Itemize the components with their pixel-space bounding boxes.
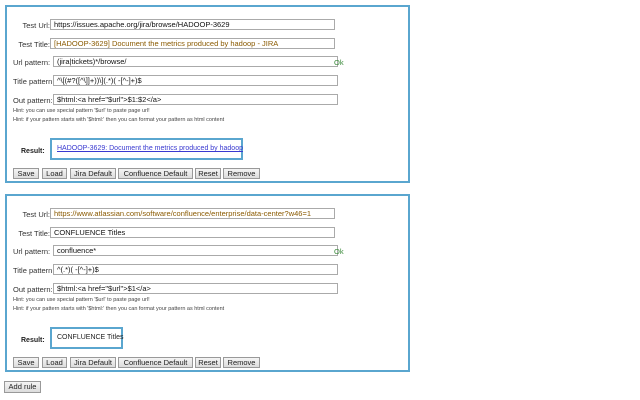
result-label: Result:	[21, 337, 45, 344]
jira-default-button[interactable]: Jira Default	[70, 357, 116, 368]
test-title-input[interactable]: CONFLUENCE Titles	[50, 227, 335, 238]
add-rule-button[interactable]: Add rule	[4, 381, 41, 393]
url-pattern-label: Url pattern:	[13, 247, 51, 256]
rule-panel-1: Test Url: https://issues.apache.org/jira…	[5, 5, 410, 183]
url-pattern-label: Url pattern:	[13, 58, 51, 67]
rule-panel-2: Test Url: https://www.atlassian.com/soft…	[5, 194, 410, 372]
test-url-label: Test Url:	[22, 21, 50, 30]
load-button[interactable]: Load	[42, 168, 67, 179]
hint-url: Hint: you can use special pattern '$url'…	[13, 108, 150, 114]
result-box: HADOOP-3629: Document the metrics produc…	[50, 138, 243, 160]
hint-html: Hint: if your pattern starts with '$html…	[13, 117, 225, 123]
title-pattern-input[interactable]: ^\[(#?([^\]]+))\](.*)( -[^-]+)$	[53, 75, 338, 86]
remove-button[interactable]: Remove	[223, 168, 260, 179]
out-pattern-label: Out pattern:	[13, 96, 53, 105]
hint-html: Hint: if your pattern starts with '$html…	[13, 306, 225, 312]
remove-button[interactable]: Remove	[223, 357, 260, 368]
test-url-input[interactable]: https://issues.apache.org/jira/browse/HA…	[50, 19, 335, 30]
save-button[interactable]: Save	[13, 357, 39, 368]
out-pattern-label: Out pattern:	[13, 285, 53, 294]
test-title-label: Test Title:	[18, 229, 50, 238]
result-label: Result:	[21, 148, 45, 155]
save-button[interactable]: Save	[13, 168, 39, 179]
result-link[interactable]: HADOOP-3629: Document the metrics produc…	[57, 145, 243, 152]
url-pattern-input[interactable]: (jira|tickets)*/browse/	[53, 56, 338, 67]
confluence-default-button[interactable]: Confluence Default	[118, 357, 193, 368]
confluence-default-button[interactable]: Confluence Default	[118, 168, 193, 179]
out-pattern-input[interactable]: $html:<a href="$url">$1</a>	[53, 283, 338, 294]
reset-button[interactable]: Reset	[195, 357, 221, 368]
test-title-label: Test Title:	[18, 40, 50, 49]
load-button[interactable]: Load	[42, 357, 67, 368]
out-pattern-input[interactable]: $html:<a href="$url">$1:$2</a>	[53, 94, 338, 105]
url-pattern-input[interactable]: confluence*	[53, 245, 338, 256]
url-pattern-status: Ok	[334, 247, 344, 256]
result-box: CONFLUENCE Titles	[50, 327, 124, 349]
test-title-input[interactable]: [HADOOP-3629] Document the metrics produ…	[50, 38, 335, 49]
title-pattern-label: Title pattern:	[13, 266, 55, 275]
title-pattern-input[interactable]: ^(.*)( -[^-]+)$	[53, 264, 338, 275]
reset-button[interactable]: Reset	[195, 168, 221, 179]
test-url-label: Test Url:	[22, 210, 50, 219]
title-pattern-label: Title pattern:	[13, 77, 55, 86]
url-pattern-status: Ok	[334, 58, 344, 67]
test-url-input[interactable]: https://www.atlassian.com/software/confl…	[50, 208, 335, 219]
hint-url: Hint: you can use special pattern '$url'…	[13, 297, 150, 303]
jira-default-button[interactable]: Jira Default	[70, 168, 116, 179]
